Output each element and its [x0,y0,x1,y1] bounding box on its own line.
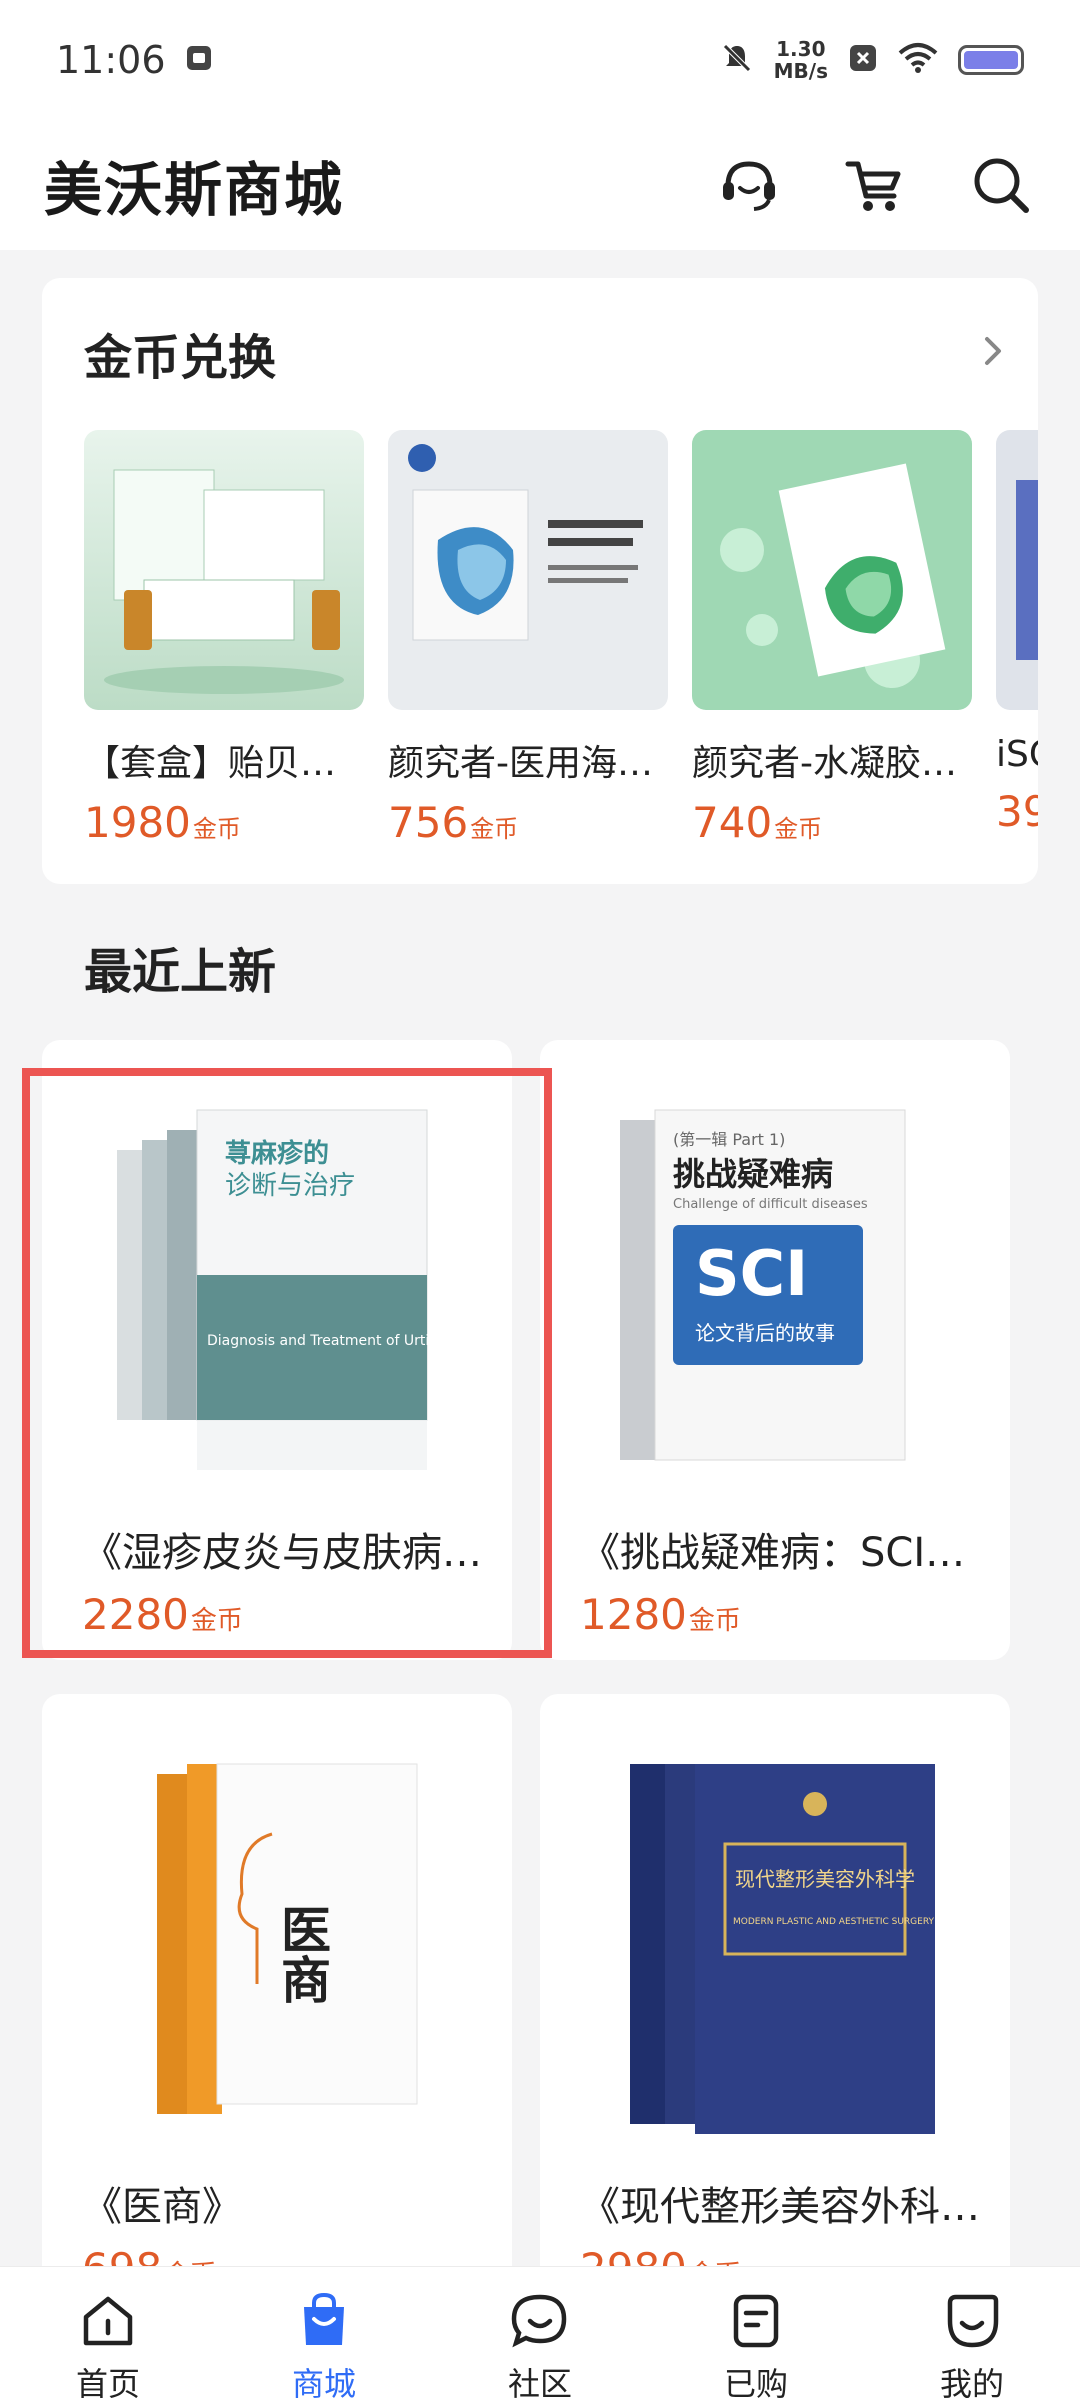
product-name: 《湿疹皮炎与皮肤病诊疗》 [82,1530,490,1576]
header-actions [714,150,1036,220]
tab-shop[interactable]: 商城 [234,2289,414,2405]
status-bar: 11:06 1.30 MB/s [0,0,1080,120]
coin-item[interactable]: 【套盒】贻贝粘蛋白修复... 1980金币 [84,430,364,850]
coin-item-price: 740金币 [692,798,972,847]
community-icon [508,2289,572,2353]
cart-icon[interactable] [840,150,910,220]
tab-shop-label: 商城 [291,2365,356,2403]
tab-purchased-label: 已购 [723,2365,788,2403]
screen: 11:06 1.30 MB/s 美沃斯商城 金币兑换 【套盒】贻贝粘 1980金… [0,0,1080,2408]
coin-item-name: 【套盒】贻贝粘蛋白修复... [84,743,364,784]
purchased-icon [724,2289,788,2353]
book-title: 挑战疑难病 [673,1155,833,1193]
book-english-title: MODERN PLASTIC AND AESTHETIC SURGERY [733,1917,935,1927]
product-price: 1280金币 [580,1590,741,1639]
tab-community-label: 社区 [507,2365,572,2403]
product-thumbnail [388,430,668,710]
profile-icon [940,2289,1004,2353]
price-value: 39 [996,787,1038,836]
price-value: 2280 [82,1590,189,1639]
book-big-title: 医商 [273,1904,331,2004]
product-price: 2280金币 [82,1590,243,1639]
product-card[interactable]: 荨麻疹的 诊断与治疗 Diagnosis and Treatment of Ur… [42,1040,512,1660]
battery-icon [958,45,1024,75]
product-thumbnail [84,430,364,710]
product-card[interactable]: 医商 《医商》 698金币 [42,1694,512,2314]
status-right: 1.30 MB/s [720,38,1024,82]
price-value: 1280 [580,1590,687,1639]
coin-exchange-card: 金币兑换 【套盒】贻贝粘 1980金币 颜究者-医用海藻 756金币 颜究者-水… [42,278,1038,884]
sim-icon [184,38,214,82]
product-name: 《挑战疑难病：SCI论文》 [580,1530,988,1576]
coin-item-name: iSO [996,734,1038,775]
mute-icon [720,41,754,79]
coin-exchange-title: 金币兑换 [84,330,277,386]
net-speed-value: 1.30 [776,37,826,61]
recent-section-title: 最近上新 [84,944,277,1000]
tab-profile[interactable]: 我的 [882,2289,1062,2405]
product-image: (第一辑 Part 1) 挑战疑难病 Challenge of difficul… [595,1090,955,1490]
wifi-icon [898,42,938,78]
book-subtitle: Challenge of difficult diseases [673,1197,868,1212]
book-subtitle-cn: 论文背后的故事 [695,1321,835,1345]
price-unit: 金币 [774,815,823,843]
product-thumbnail [996,430,1038,710]
tab-home-label: 首页 [75,2365,140,2403]
headset-icon[interactable] [714,150,784,220]
net-speed-unit: MB/s [773,59,828,83]
book-title-line2: 诊断与治疗 [225,1171,355,1201]
coin-item-name: 颜究者-水凝胶敷料... [692,743,972,784]
price-unit: 金币 [688,1606,741,1636]
tab-profile-label: 我的 [939,2365,1004,2403]
price-unit: 金币 [190,1606,243,1636]
price-unit: 金币 [192,815,241,843]
book-title-line1: 荨麻疹的 [225,1138,329,1169]
product-image: 医商 [97,1744,457,2144]
coin-item[interactable]: iSO 39金币 [996,430,1038,850]
coin-item-price: 39金币 [996,787,1038,836]
book-part: (第一辑 Part 1) [673,1130,785,1149]
status-left: 11:06 [56,38,214,82]
app-header: 美沃斯商城 [0,120,1080,250]
book-title: 现代整形美容外科学 [735,1867,915,1891]
product-name: 《医商》 [82,2184,242,2230]
chevron-right-icon[interactable] [978,331,1008,375]
product-card[interactable]: (第一辑 Part 1) 挑战疑难病 Challenge of difficul… [540,1040,1010,1660]
price-unit: 金币 [470,815,519,843]
product-card[interactable]: 现代整形美容外科学 MODERN PLASTIC AND AESTHETIC S… [540,1694,1010,2314]
product-name: 《现代整形美容外科学》 [580,2184,988,2230]
coin-item[interactable]: 颜究者-水凝胶敷料... 740金币 [692,430,972,850]
coin-item[interactable]: 颜究者-医用海藻糖修复... 756金币 [388,430,668,850]
price-value: 756 [388,798,469,847]
coin-item-name: 颜究者-医用海藻糖修复... [388,743,668,784]
product-image: 现代整形美容外科学 MODERN PLASTIC AND AESTHETIC S… [595,1744,955,2144]
net-speed: 1.30 MB/s [774,38,828,82]
product-image: 荨麻疹的 诊断与治疗 Diagnosis and Treatment of Ur… [97,1090,464,1490]
coin-item-price: 1980金币 [84,798,364,847]
price-value: 1980 [84,798,191,847]
battery-fill [964,51,1018,69]
book-english-title: Diagnosis and Treatment of Urticaria [207,1333,457,1349]
page-title: 美沃斯商城 [44,156,345,224]
coin-exchange-header[interactable]: 金币兑换 [84,318,1008,388]
shop-bag-icon [292,2289,356,2353]
home-icon [76,2289,140,2353]
tab-purchased[interactable]: 已购 [666,2289,846,2405]
close-box-icon [848,43,878,77]
price-value: 740 [692,798,773,847]
book-sci: SCI [695,1237,808,1310]
bottom-nav: 首页 商城 社区 已购 我的 [0,2266,1080,2408]
tab-community[interactable]: 社区 [450,2289,630,2405]
coin-item-price: 756金币 [388,798,668,847]
product-thumbnail [692,430,972,710]
search-icon[interactable] [966,150,1036,220]
coin-exchange-list: 【套盒】贻贝粘蛋白修复... 1980金币 [84,430,1038,850]
tab-home[interactable]: 首页 [18,2289,198,2405]
status-time: 11:06 [56,38,166,82]
